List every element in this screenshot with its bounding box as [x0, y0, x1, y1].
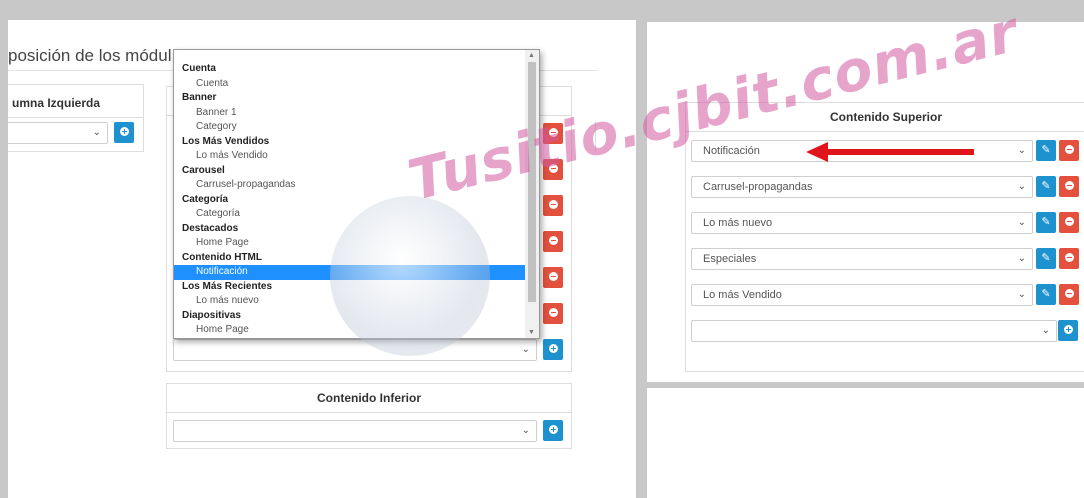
dropdown-group-label: Banner [182, 92, 217, 103]
edit-module-button[interactable]: ✎ [1036, 248, 1056, 269]
minus-icon [1064, 289, 1074, 298]
plus-icon [119, 127, 129, 136]
module-select[interactable]: Lo más Vendido ⌄ [691, 284, 1033, 306]
minus-icon [1064, 217, 1074, 226]
chevron-down-icon: ⌄ [1017, 145, 1026, 156]
content-top-add-select[interactable]: ⌄ [173, 339, 537, 361]
red-arrow-annotation [806, 142, 974, 162]
minus-icon [548, 272, 558, 281]
edit-module-button[interactable]: ✎ [1036, 212, 1056, 233]
minus-icon [1064, 253, 1074, 262]
plus-icon [548, 344, 558, 353]
column-left-card: umna Izquierda ⌄ [8, 84, 144, 152]
chevron-down-icon: ⌄ [1041, 325, 1050, 336]
watermark-globe [330, 196, 490, 356]
add-module-button[interactable] [114, 122, 134, 143]
column-left-title: umna Izquierda [8, 85, 143, 118]
chevron-down-icon: ⌄ [92, 127, 101, 138]
pencil-icon: ✎ [1041, 216, 1051, 228]
add-module-button[interactable] [543, 339, 563, 360]
add-module-button[interactable] [543, 420, 563, 441]
remove-module-button[interactable] [1059, 140, 1079, 161]
scroll-down-icon[interactable]: ▼ [528, 329, 535, 336]
chevron-down-icon: ⌄ [1017, 181, 1026, 192]
remove-module-button[interactable] [543, 267, 563, 288]
dropdown-scrollbar[interactable]: ▲ ▼ [525, 50, 539, 338]
pencil-icon: ✎ [1041, 180, 1051, 192]
minus-icon [548, 200, 558, 209]
pencil-icon: ✎ [1041, 252, 1051, 264]
module-select[interactable]: ⌄ [691, 320, 1057, 342]
minus-icon [548, 308, 558, 317]
remove-module-button[interactable] [1059, 212, 1079, 233]
scroll-up-icon[interactable]: ▲ [528, 52, 535, 59]
remove-module-button[interactable] [1059, 248, 1079, 269]
content-bottom-title: Contenido Inferior [167, 384, 571, 413]
remove-module-button[interactable] [543, 231, 563, 252]
add-module-button[interactable] [1058, 320, 1078, 341]
pencil-icon: ✎ [1041, 144, 1051, 156]
remove-module-button[interactable] [1059, 176, 1079, 197]
content-bottom-card: Contenido Inferior ⌄ [166, 383, 572, 449]
edit-module-button[interactable]: ✎ [1036, 140, 1056, 161]
dropdown-option[interactable]: Banner 1 [174, 106, 539, 121]
remove-module-button[interactable] [1059, 284, 1079, 305]
module-select-value: Carrusel-propagandas [703, 181, 813, 193]
chevron-down-icon: ⌄ [1017, 289, 1026, 300]
minus-icon [1064, 181, 1074, 190]
dropdown-group-label: Cuenta [182, 63, 216, 74]
module-select-value: Notificación [703, 145, 760, 157]
module-select-value: Lo más Vendido [703, 289, 782, 301]
minus-icon [1064, 145, 1074, 154]
remove-module-button[interactable] [543, 303, 563, 324]
page-heading: posición de los módul [8, 46, 172, 65]
module-select[interactable]: Lo más nuevo ⌄ [691, 212, 1033, 234]
module-select-value: Especiales [703, 253, 757, 265]
chevron-down-icon: ⌄ [521, 344, 530, 355]
chevron-down-icon: ⌄ [1017, 253, 1026, 264]
edit-module-button[interactable]: ✎ [1036, 284, 1056, 305]
dropdown-option[interactable]: Cuenta [174, 77, 539, 92]
module-select[interactable]: Carrusel-propagandas ⌄ [691, 176, 1033, 198]
module-select[interactable]: Especiales ⌄ [691, 248, 1033, 270]
minus-icon [548, 236, 558, 245]
plus-icon [1063, 325, 1073, 334]
plus-icon [548, 425, 558, 434]
remove-module-button[interactable] [543, 195, 563, 216]
column-left-select[interactable]: ⌄ [8, 122, 108, 144]
module-select-value: Lo más nuevo [703, 217, 773, 229]
chevron-down-icon: ⌄ [1017, 217, 1026, 228]
content-bottom-select[interactable]: ⌄ [173, 420, 537, 442]
blank-panel [647, 388, 1084, 498]
edit-module-button[interactable]: ✎ [1036, 176, 1056, 197]
chevron-down-icon: ⌄ [521, 425, 530, 436]
pencil-icon: ✎ [1041, 288, 1051, 300]
